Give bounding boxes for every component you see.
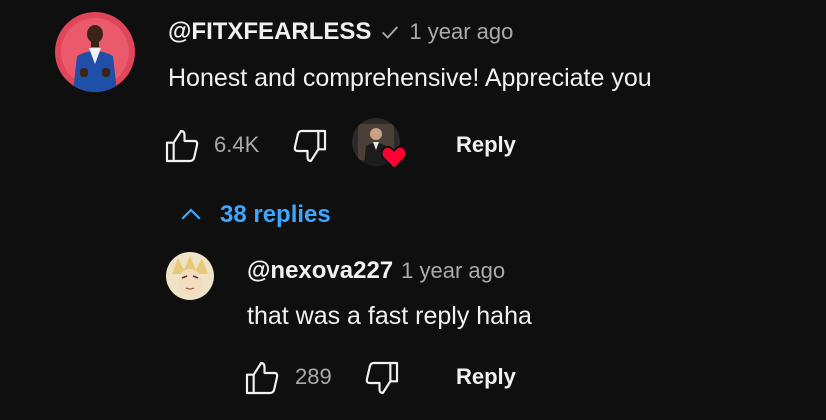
- dislike-button[interactable]: [288, 124, 332, 168]
- heart-icon: [380, 144, 408, 170]
- reply-author[interactable]: @nexova227: [247, 257, 393, 285]
- thumbs-up-icon: [245, 361, 279, 395]
- replies-toggle-button[interactable]: 38 replies: [176, 200, 331, 230]
- commenter-avatar[interactable]: [55, 12, 135, 92]
- verified-check-icon: [379, 21, 401, 43]
- reply-author-avatar[interactable]: [166, 252, 214, 300]
- comment-author[interactable]: @FITXFEARLESS: [168, 18, 371, 46]
- reply-like-button[interactable]: [240, 356, 284, 400]
- reply-dislike-button[interactable]: [360, 356, 404, 400]
- reply-reply-button[interactable]: Reply: [456, 364, 516, 390]
- like-button[interactable]: [160, 124, 204, 168]
- reply-text: that was a fast reply haha: [247, 302, 532, 330]
- reply-like-count: 289: [295, 364, 332, 389]
- like-count: 6.4K: [214, 132, 260, 157]
- comment-timestamp[interactable]: 1 year ago: [409, 19, 513, 45]
- comment-text: Honest and comprehensive! Appreciate you: [168, 64, 652, 92]
- creator-heart-badge: [352, 118, 408, 174]
- reply-timestamp[interactable]: 1 year ago: [401, 258, 505, 284]
- replies-count-label: 38 replies: [220, 201, 331, 228]
- chevron-up-icon: [176, 200, 206, 230]
- thumbs-down-icon: [293, 129, 327, 163]
- thumbs-down-icon: [365, 361, 399, 395]
- reply-button[interactable]: Reply: [456, 132, 516, 158]
- thumbs-up-icon: [165, 129, 199, 163]
